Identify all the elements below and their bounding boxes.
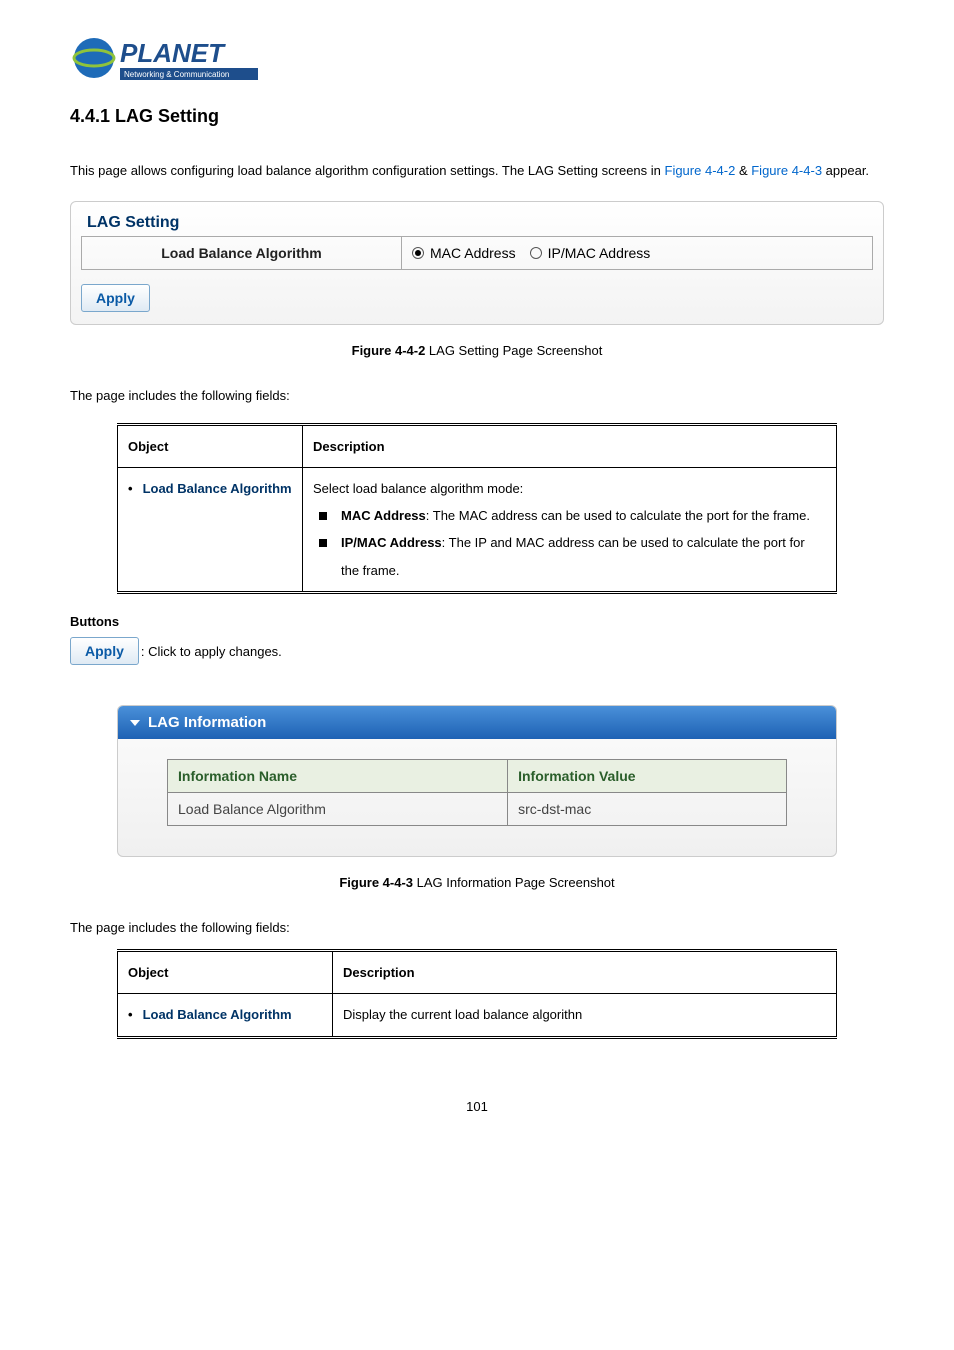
table-header-row: Object Description	[118, 424, 837, 467]
description-header: Description	[333, 951, 837, 994]
description-header: Description	[303, 424, 837, 467]
object-header: Object	[118, 951, 333, 994]
desc-bullet-2-bold: IP/MAC Address	[341, 535, 442, 550]
figure-442-caption: Figure 4-4-2 LAG Setting Page Screenshot	[70, 343, 884, 358]
desc-bullet-1-bold: MAC Address	[341, 508, 426, 523]
description-cell: Display the current load balance algorit…	[333, 994, 837, 1037]
table-row: • Load Balance Algorithm Display the cur…	[118, 994, 837, 1037]
intro-paragraph: This page allows configuring load balanc…	[70, 157, 884, 186]
lag-information-table: Information Name Information Value Load …	[167, 759, 787, 826]
figure-442-number: Figure 4-4-2	[352, 343, 426, 358]
load-balance-label: Load Balance Algorithm	[82, 237, 402, 269]
desc-bullet-2: IP/MAC Address: The IP and MAC address c…	[313, 529, 826, 584]
panel-row: Load Balance Algorithm MAC Address IP/MA…	[81, 236, 873, 270]
apply-button-inline[interactable]: Apply	[70, 637, 139, 665]
figure-link-443[interactable]: Figure 4-4-3	[751, 163, 822, 178]
figure-link-442[interactable]: Figure 4-4-2	[665, 163, 736, 178]
svg-text:PLANET: PLANET	[120, 38, 226, 68]
fields-intro-2: The page includes the following fields:	[70, 920, 884, 935]
table-row: Load Balance Algorithm src-dst-mac	[168, 793, 787, 826]
apply-button-desc: : Click to apply changes.	[141, 644, 282, 659]
info-panel-header[interactable]: LAG Information	[118, 706, 836, 739]
intro-text-pre: This page allows configuring load balanc…	[70, 163, 665, 178]
object-name: Load Balance Algorithm	[143, 475, 292, 502]
desc-bullet-1: MAC Address: The MAC address can be used…	[313, 502, 826, 529]
bullet-icon: •	[128, 475, 133, 502]
page-number: 101	[70, 1099, 884, 1114]
table-header-row: Information Name Information Value	[168, 760, 787, 793]
figure-442-text: LAG Setting Page Screenshot	[425, 343, 602, 358]
info-value-cell: src-dst-mac	[508, 793, 787, 826]
chevron-down-icon	[130, 720, 140, 726]
desc-bullet-1-rest: : The MAC address can be used to calcula…	[426, 508, 810, 523]
description-top: Select load balance algorithm mode:	[313, 475, 826, 502]
svg-text:Networking & Communication: Networking & Communication	[124, 70, 229, 79]
intro-text-mid: &	[739, 163, 751, 178]
lag-setting-panel: LAG Setting Load Balance Algorithm MAC A…	[70, 201, 884, 325]
info-panel-title: LAG Information	[148, 714, 266, 731]
figure-443-number: Figure 4-4-3	[339, 875, 413, 890]
ipmac-address-radio[interactable]	[530, 247, 542, 259]
brand-logo: PLANET Networking & Communication	[70, 30, 884, 86]
object-header: Object	[118, 424, 303, 467]
apply-button[interactable]: Apply	[81, 284, 150, 312]
table-header-row: Object Description	[118, 951, 837, 994]
fields-table-1: Object Description • Load Balance Algori…	[117, 423, 837, 594]
section-heading: 4.4.1 LAG Setting	[70, 106, 884, 127]
panel-title: LAG Setting	[81, 210, 873, 237]
fields-intro-1: The page includes the following fields:	[70, 388, 884, 403]
object-name: Load Balance Algorithm	[143, 1001, 292, 1028]
figure-443-text: LAG Information Page Screenshot	[413, 875, 615, 890]
table-row: • Load Balance Algorithm Select load bal…	[118, 467, 837, 592]
bullet-icon: •	[128, 1001, 133, 1028]
info-name-header: Information Name	[168, 760, 508, 793]
buttons-heading: Buttons	[70, 614, 884, 629]
figure-443-caption: Figure 4-4-3 LAG Information Page Screen…	[70, 875, 884, 890]
lag-information-panel: LAG Information Information Name Informa…	[117, 705, 837, 857]
info-value-header: Information Value	[508, 760, 787, 793]
info-name-cell: Load Balance Algorithm	[168, 793, 508, 826]
mac-address-radio[interactable]	[412, 247, 424, 259]
mac-address-option: MAC Address	[430, 245, 516, 261]
ipmac-address-option: IP/MAC Address	[548, 245, 651, 261]
intro-text-post: appear.	[826, 163, 869, 178]
fields-table-2: Object Description • Load Balance Algori…	[117, 949, 837, 1039]
